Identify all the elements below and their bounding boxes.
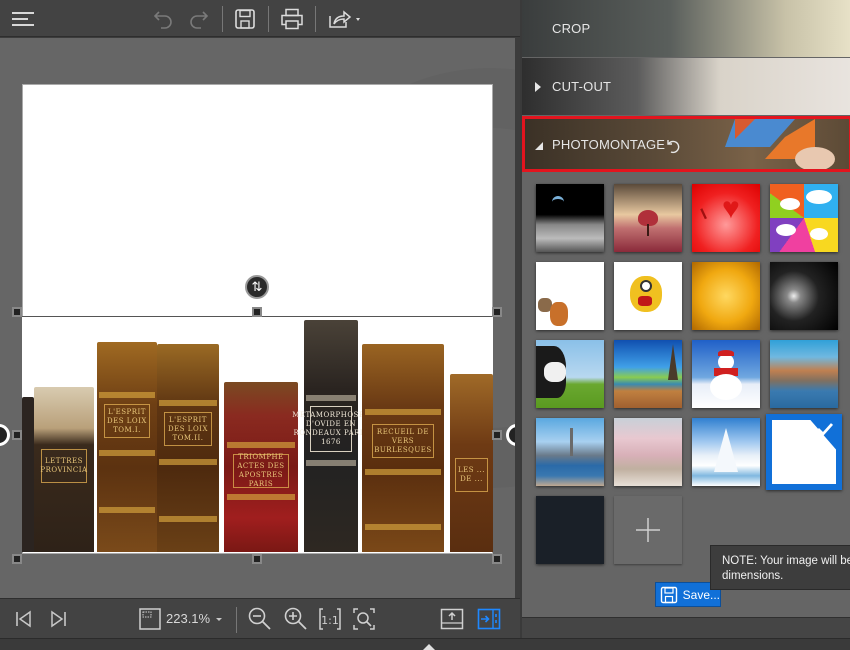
- zoom-in-icon[interactable]: [282, 605, 310, 633]
- thumbnail-yellow-monster[interactable]: [614, 262, 682, 330]
- zoom-to-fit-icon[interactable]: [350, 605, 378, 633]
- thumbnail-dark-slate[interactable]: [536, 496, 604, 564]
- side-scroll-handle-left[interactable]: [0, 424, 10, 446]
- rotate-handle-icon[interactable]: ⇅: [245, 275, 269, 299]
- thumbnail-city-skyline[interactable]: [770, 340, 838, 408]
- thumbnail-snowy-tree[interactable]: [692, 418, 760, 486]
- thumbnail-i-love-red[interactable]: I ♥: [692, 184, 760, 252]
- thumbnail-cow-meadow[interactable]: [536, 340, 604, 408]
- tooltip-line: dimensions.: [722, 570, 784, 582]
- thumbnail-moon-surface[interactable]: [536, 184, 604, 252]
- book-spine: LES ... DE ...: [450, 374, 493, 552]
- first-page-icon[interactable]: [12, 605, 36, 633]
- section-label: CUT-OUT: [552, 79, 612, 94]
- book-spine: TRIOMPHE ACTES DES APOSTRES PARIS: [224, 382, 298, 552]
- chevron-right-icon: [535, 82, 541, 92]
- plus-icon: [636, 518, 660, 542]
- reset-icon[interactable]: [665, 138, 681, 154]
- thumbnail-eiffel-tower-deck[interactable]: [614, 340, 682, 408]
- bottom-toolbar: 223.1% 1:1: [0, 598, 520, 638]
- section-photomontage[interactable]: PHOTOMONTAGE: [522, 116, 850, 172]
- resize-handle-bottom[interactable]: [252, 554, 262, 564]
- save-note-tooltip: NOTE: Your image will be s dimensions.: [710, 545, 850, 590]
- toolbar-separator: [315, 6, 316, 32]
- book-spine: [22, 397, 34, 552]
- book-spine-label: RECUEIL DE VERS BURLESQUES: [371, 424, 435, 458]
- thumbnail-cat-and-dog[interactable]: [536, 262, 604, 330]
- redo-icon[interactable]: [186, 4, 212, 34]
- expand-up-icon[interactable]: [422, 642, 436, 650]
- toolbar-separator: [268, 6, 269, 32]
- last-page-icon[interactable]: [46, 605, 70, 633]
- section-label: PHOTOMONTAGE: [552, 137, 666, 152]
- save-icon: [660, 586, 678, 603]
- book-spine-label: L'ESPRIT DES LOIX TOM.I.: [104, 404, 150, 438]
- book-spine: METAMORPHOSES D'OVIDE EN RONDEAUX PARIS …: [292, 320, 369, 552]
- book-spine: L'ESPRIT DES LOIX TOM.I.: [97, 342, 157, 552]
- book-spine: LETTRES PROVINCIA: [34, 387, 94, 552]
- thumbnail-venice-gondolas[interactable]: [536, 418, 604, 486]
- print-icon[interactable]: [278, 4, 306, 34]
- book-spine-label: L'ESPRIT DES LOIX TOM.II.: [164, 412, 212, 446]
- share-icon[interactable]: [325, 4, 365, 34]
- canvas-area[interactable]: LETTRES PROVINCIA L'ESPRIT DES LOIX TOM.…: [0, 38, 515, 598]
- svg-text:1:1: 1:1: [321, 614, 339, 627]
- app-window: LETTRES PROVINCIA L'ESPRIT DES LOIX TOM.…: [0, 0, 850, 650]
- hamburger-menu-icon[interactable]: [10, 4, 36, 34]
- resize-handle-right[interactable]: [492, 430, 502, 440]
- book-spine-label: TRIOMPHE ACTES DES APOSTRES PARIS: [232, 453, 290, 488]
- section-cut-out[interactable]: CUT-OUT: [522, 58, 850, 115]
- export-icon[interactable]: [438, 605, 466, 633]
- resize-handle-top-right[interactable]: [492, 307, 502, 317]
- resize-handle-bottom-left[interactable]: [12, 554, 22, 564]
- thumbnail-golden-bokeh[interactable]: [692, 262, 760, 330]
- section-crop[interactable]: CROP: [522, 0, 850, 57]
- book-spine: L'ESPRIT DES LOIX TOM.II.: [157, 344, 219, 552]
- book-spine-label: LETTRES PROVINCIA: [40, 449, 87, 483]
- book-spine: RECUEIL DE VERS BURLESQUES: [362, 344, 444, 552]
- books-image-layer[interactable]: LETTRES PROVINCIA L'ESPRIT DES LOIX TOM.…: [22, 316, 493, 552]
- thumbnail-paparazzi-flashes[interactable]: [770, 262, 838, 330]
- thumbnail-cherry-blossom-path[interactable]: [614, 418, 682, 486]
- top-toolbar: [0, 0, 520, 37]
- add-background-button[interactable]: [614, 496, 682, 564]
- tooltip-line: NOTE: Your image will be s: [722, 555, 850, 567]
- thumbnail-snowman[interactable]: [692, 340, 760, 408]
- checkmark-icon: [817, 423, 834, 436]
- section-label: CROP: [552, 21, 591, 36]
- canvas-size-icon[interactable]: [137, 605, 163, 633]
- right-panel: CROP CUT-OUT PHOTOMONTAGE I ♥ Save... NO…: [520, 0, 850, 638]
- resize-handle-left[interactable]: [12, 430, 22, 440]
- zoom-dropdown-icon[interactable]: [212, 605, 226, 633]
- resize-handle-top[interactable]: [252, 307, 262, 317]
- resize-handle-top-left[interactable]: [12, 307, 22, 317]
- panel-toggle-icon[interactable]: [475, 605, 503, 633]
- status-bar: [0, 638, 850, 650]
- toolbar-separator: [222, 6, 223, 32]
- panel-footer: [522, 617, 850, 638]
- chevron-expanded-icon: [535, 142, 543, 150]
- actual-size-icon[interactable]: 1:1: [316, 605, 344, 633]
- resize-handle-bottom-right[interactable]: [492, 554, 502, 564]
- zoom-out-icon[interactable]: [246, 605, 274, 633]
- book-spine-label: METAMORPHOSES D'OVIDE EN RONDEAUX PARIS …: [292, 406, 369, 452]
- thumbnail-comic-speech-bubbles[interactable]: [770, 184, 838, 252]
- undo-icon[interactable]: [150, 4, 176, 34]
- thumbnail-heart-tree-sunset[interactable]: [614, 184, 682, 252]
- toolbar-separator: [236, 607, 237, 633]
- save-icon[interactable]: [231, 4, 259, 34]
- thumbnail-blank-white-selected[interactable]: [766, 414, 842, 490]
- zoom-level[interactable]: 223.1%: [166, 611, 210, 626]
- book-spine-label: LES ... DE ...: [455, 458, 488, 492]
